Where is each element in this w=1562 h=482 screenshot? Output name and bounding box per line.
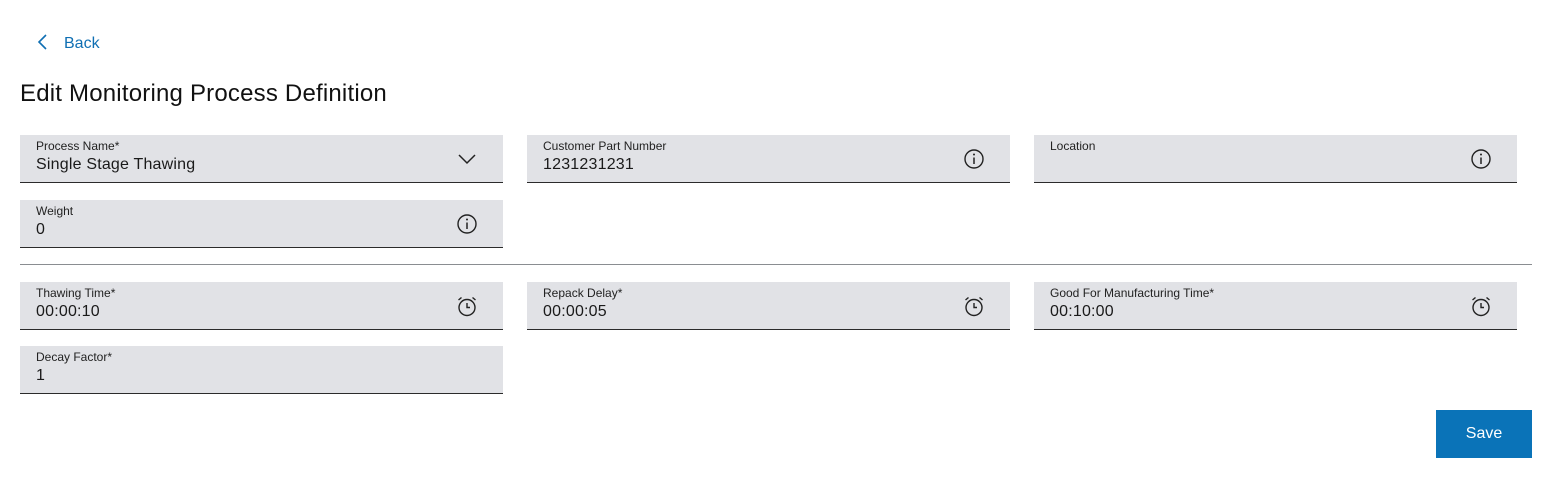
process-name-value: Single Stage Thawing xyxy=(36,156,196,173)
save-button[interactable]: Save xyxy=(1436,410,1532,458)
good-for-manufacturing-time-value: 00:10:00 xyxy=(1050,303,1114,320)
customer-part-number-field[interactable]: Customer Part Number 1231231231 xyxy=(527,135,1010,183)
decay-factor-field[interactable]: Decay Factor* 1 xyxy=(20,346,503,394)
alarm-clock-icon[interactable] xyxy=(962,294,986,318)
repack-delay-label: Repack Delay* xyxy=(543,286,623,300)
customer-part-number-label: Customer Part Number xyxy=(543,139,667,153)
section-divider xyxy=(20,264,1532,265)
chevron-down-icon[interactable] xyxy=(455,147,479,171)
process-name-select[interactable]: Process Name* Single Stage Thawing xyxy=(20,135,503,183)
weight-value: 0 xyxy=(36,221,46,238)
good-for-manufacturing-time-field[interactable]: Good For Manufacturing Time* 00:10:00 xyxy=(1034,282,1517,330)
back-label: Back xyxy=(64,35,100,52)
process-name-label: Process Name* xyxy=(36,139,120,153)
info-icon[interactable] xyxy=(455,212,479,236)
decay-factor-label: Decay Factor* xyxy=(36,350,113,364)
repack-delay-field[interactable]: Repack Delay* 00:00:05 xyxy=(527,282,1010,330)
customer-part-number-value: 1231231231 xyxy=(543,156,634,173)
weight-field[interactable]: Weight 0 xyxy=(20,200,503,248)
decay-factor-value: 1 xyxy=(36,367,46,384)
info-icon[interactable] xyxy=(962,147,986,171)
weight-label: Weight xyxy=(36,204,74,218)
thawing-time-field[interactable]: Thawing Time* 00:00:10 xyxy=(20,282,503,330)
page-title: Edit Monitoring Process Definition xyxy=(20,80,387,107)
info-icon[interactable] xyxy=(1469,147,1493,171)
repack-delay-value: 00:00:05 xyxy=(543,303,607,320)
location-label: Location xyxy=(1050,139,1096,153)
thawing-time-label: Thawing Time* xyxy=(36,286,116,300)
edit-process-page: Back Edit Monitoring Process Definition … xyxy=(0,0,1562,482)
thawing-time-value: 00:00:10 xyxy=(36,303,100,320)
back-link[interactable]: Back xyxy=(36,33,100,55)
alarm-clock-icon[interactable] xyxy=(455,294,479,318)
good-for-manufacturing-time-label: Good For Manufacturing Time* xyxy=(1050,286,1215,300)
location-field[interactable]: Location xyxy=(1034,135,1517,183)
alarm-clock-icon[interactable] xyxy=(1469,294,1493,318)
chevron-left-icon xyxy=(36,33,64,56)
